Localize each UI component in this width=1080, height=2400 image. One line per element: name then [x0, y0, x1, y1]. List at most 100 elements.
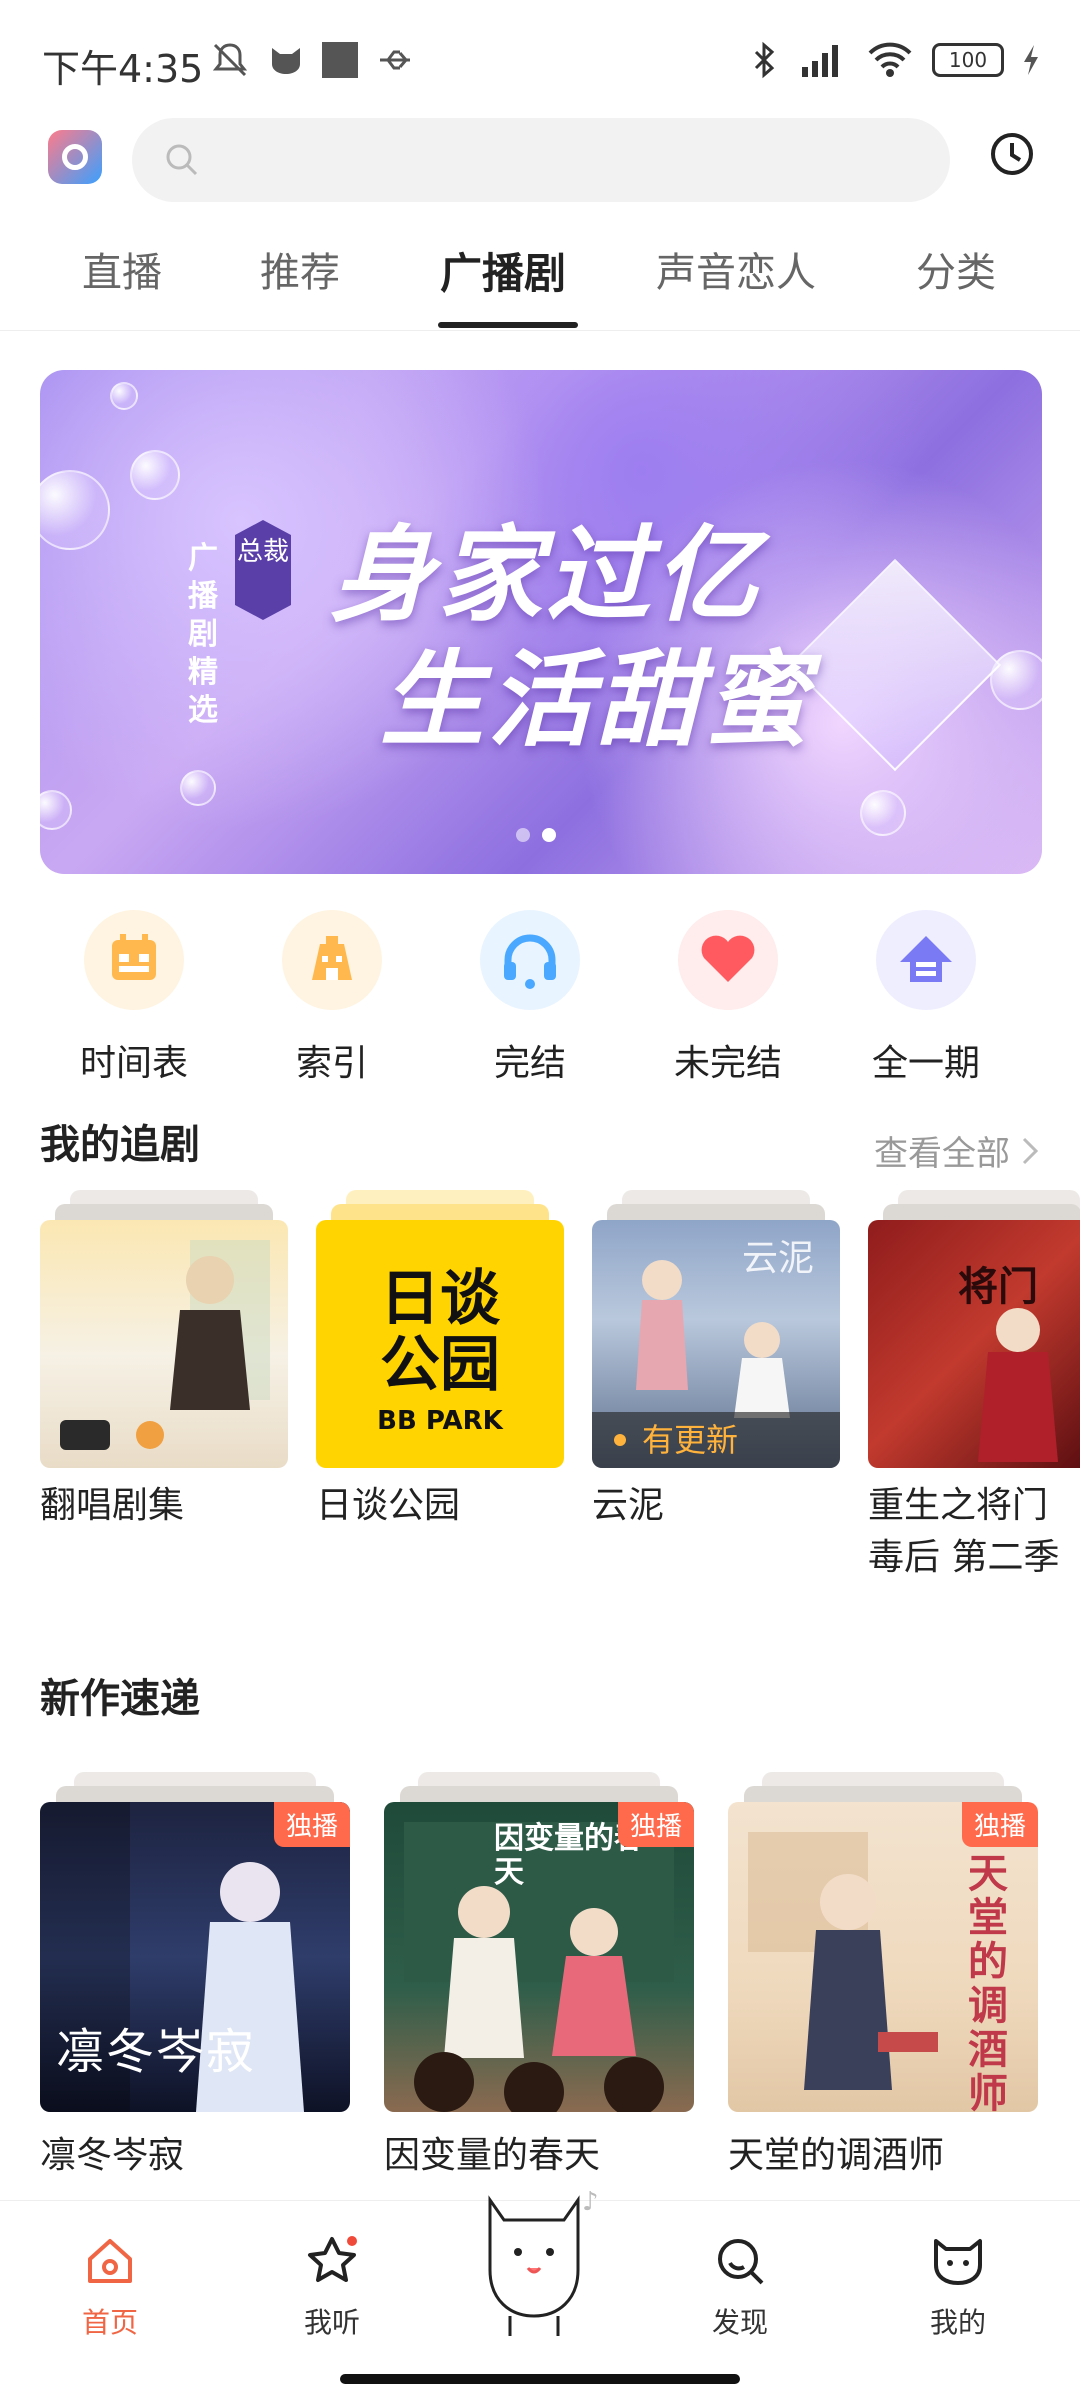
- divider: [0, 330, 1080, 331]
- follow-item[interactable]: 翻唱剧集: [40, 1190, 288, 1532]
- quick-entry-label: 完结: [493, 1043, 566, 1084]
- new-release-title: 凛冬岑寂: [40, 2135, 185, 2176]
- follow-item[interactable]: 日谈 公园 BB PARK 日谈公园: [316, 1190, 564, 1532]
- quick-entry-label: 时间表: [79, 1043, 188, 1084]
- category-tabs: 直播 推荐 广播剧 声音恋人 分类: [0, 240, 1080, 330]
- quick-entry-index[interactable]: 索引: [252, 910, 412, 1086]
- banner-title-line2: 生活甜蜜: [380, 639, 813, 761]
- cover-subtext: BB PARK: [377, 1406, 503, 1436]
- usb-icon: [380, 50, 410, 70]
- mute-bell-icon: [212, 43, 248, 77]
- view-all-link[interactable]: 查看全部: [874, 1126, 1040, 1175]
- full-icon: [876, 910, 976, 1010]
- svg-text:♪: ♪: [582, 2187, 599, 2217]
- nav-listening[interactable]: 我听: [272, 2231, 392, 2341]
- new-release-title: 天堂的调酒师: [728, 2135, 945, 2176]
- cover-image: 云泥 有更新: [592, 1220, 840, 1468]
- status-bar: 下午4:35 100: [0, 0, 1080, 110]
- cat-notification-icon: [272, 48, 300, 74]
- search-input[interactable]: [132, 118, 950, 202]
- nav-label: 我的: [929, 2306, 986, 2339]
- exclusive-badge: 独播: [617, 1802, 694, 1847]
- app-logo[interactable]: [48, 130, 102, 184]
- home-indicator[interactable]: [340, 2374, 740, 2384]
- cat-face-icon: [934, 2239, 982, 2285]
- bubble-decoration: [40, 470, 110, 550]
- quick-entry-completed[interactable]: 完结: [450, 910, 610, 1086]
- tab-voice-lover[interactable]: 声音恋人: [656, 240, 816, 298]
- nav-discover[interactable]: 发现: [680, 2231, 800, 2341]
- tab-radio-drama[interactable]: 广播剧: [440, 240, 566, 301]
- banner-badge: 总裁: [235, 520, 291, 620]
- quick-entry-schedule[interactable]: 时间表: [54, 910, 214, 1086]
- svg-text:云泥: 云泥: [742, 1238, 814, 1279]
- wifi-icon: [868, 42, 912, 77]
- view-all-label: 查看全部: [874, 1134, 1010, 1174]
- cover-image: 日谈 公园 BB PARK: [316, 1220, 564, 1468]
- discover-icon: [718, 2239, 764, 2285]
- cover-text: 天堂的调酒师: [968, 1851, 1008, 2112]
- page-dot: [516, 828, 530, 842]
- nav-profile[interactable]: 我的: [898, 2231, 1018, 2341]
- home-icon: [88, 2239, 132, 2283]
- new-release-item[interactable]: 凛冬岑寂 独播 凛冬岑寂: [40, 1772, 350, 2178]
- search-icon: [166, 144, 198, 176]
- cover-image: 凛冬岑寂 独播: [40, 1802, 350, 2112]
- promo-banner[interactable]: 广播剧精选 总裁 身家过亿 生活甜蜜: [40, 370, 1042, 874]
- quick-entry-single-episode[interactable]: 全一期: [846, 910, 1006, 1086]
- new-release-item[interactable]: 天堂的调酒师 独播 天堂的调酒师: [728, 1772, 1038, 2178]
- follow-item[interactable]: 将门 重生之将门毒后 第二季: [868, 1190, 1080, 1584]
- nav-label: 我听: [303, 2306, 360, 2339]
- charging-icon: [1024, 45, 1038, 75]
- calendar-icon: [84, 910, 184, 1010]
- cover-text: 日谈 公园: [380, 1264, 500, 1400]
- follow-item-title: 日谈公园: [316, 1485, 461, 1526]
- nav-label: 首页: [81, 2306, 138, 2339]
- bubble-decoration: [110, 382, 138, 410]
- cover-image: 天堂的调酒师 独播: [728, 1802, 1038, 2112]
- status-time: 下午4:35: [42, 47, 204, 91]
- app-notification-icon: [322, 42, 358, 78]
- heart-icon: [678, 910, 778, 1010]
- diamond-decoration: [788, 558, 1002, 772]
- follow-item[interactable]: 云泥 有更新 云泥: [592, 1190, 840, 1532]
- banner-side-text: 广播剧精选: [188, 541, 218, 728]
- follow-item-title: 重生之将门毒后 第二季: [868, 1485, 1060, 1578]
- exclusive-badge: 独播: [961, 1802, 1038, 1847]
- index-icon: [282, 910, 382, 1010]
- cover-image: 将门: [868, 1220, 1080, 1468]
- bluetooth-icon: [754, 41, 775, 79]
- tab-live[interactable]: 直播: [82, 240, 162, 298]
- signal-icon: [802, 45, 838, 77]
- section-title-following: 我的追剧: [40, 1122, 200, 1168]
- bubble-decoration: [990, 650, 1042, 710]
- exclusive-badge: 独播: [273, 1802, 350, 1847]
- chevron-right-icon: [1022, 1137, 1039, 1164]
- nav-home[interactable]: 首页: [50, 2231, 170, 2341]
- cover-image: 因变量的春天 独播: [384, 1802, 694, 2112]
- svg-text:将门: 将门: [958, 1264, 1038, 1310]
- battery-indicator: 100: [932, 43, 1004, 77]
- cover-image: [40, 1220, 288, 1468]
- quick-entry-label: 索引: [295, 1043, 368, 1084]
- bubble-decoration: [180, 770, 216, 806]
- nav-label: 发现: [711, 2306, 768, 2339]
- follow-item-title: 翻唱剧集: [40, 1485, 185, 1526]
- quick-entry-ongoing[interactable]: 未完结: [648, 910, 808, 1086]
- quick-entry-label: 未完结: [673, 1043, 782, 1084]
- page-dot-active: [542, 828, 556, 842]
- star-icon: [308, 2236, 357, 2282]
- bubble-decoration: [860, 790, 906, 836]
- banner-pagination: [516, 828, 556, 842]
- mascot-play-button[interactable]: ♪: [470, 2170, 600, 2340]
- bubble-decoration: [40, 790, 72, 830]
- tab-category[interactable]: 分类: [916, 240, 996, 298]
- active-tab-indicator: [438, 322, 578, 328]
- bubble-decoration: [130, 450, 180, 500]
- tab-recommend[interactable]: 推荐: [260, 240, 340, 298]
- follow-item-title: 云泥: [592, 1485, 665, 1526]
- section-title-new-releases: 新作速递: [40, 1676, 200, 1722]
- history-icon[interactable]: [988, 130, 1036, 178]
- cover-text: 凛冬岑寂: [56, 2024, 257, 2080]
- new-release-item[interactable]: 因变量的春天 独播 因变量的春天: [384, 1772, 694, 2178]
